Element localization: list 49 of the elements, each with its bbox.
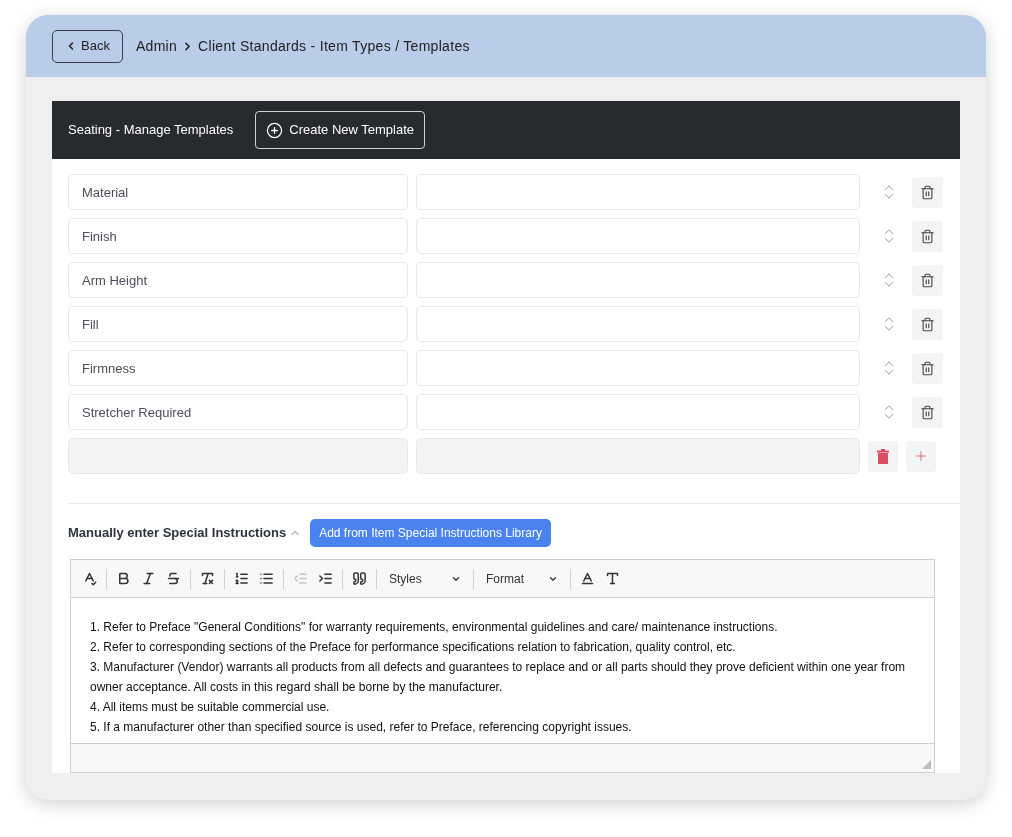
breadcrumb-item[interactable]: Admin [135,35,178,57]
delete-button[interactable] [912,396,943,428]
strikethrough-icon [166,571,181,586]
attribute-name-field[interactable]: Firmness [68,350,408,386]
plus-icon [914,449,928,463]
back-button[interactable]: Back [52,29,123,63]
instruction-text: 5. If a manufacturer other than specified source is used, refer to Preface, referencing copyright issues. [90,719,633,736]
instruction-text: 1. Refer to Preface "General Conditions" for warranty requirements, environmental guidelines and care/ maintenance instructions. [90,619,779,636]
bold-icon [116,571,131,586]
quote-icon [352,571,367,586]
attribute-name-field[interactable]: Arm Height [68,262,408,298]
numbered-list-icon [234,571,249,586]
trash-icon [877,448,889,464]
trash-icon [920,272,935,288]
section-title: Manually enter Special Instructions [68,524,287,543]
library-button[interactable]: Add from Item Special Instructions Library [310,519,551,547]
text-color-icon [580,571,595,586]
spellcheck-icon [82,571,97,586]
bullet-list-icon [259,571,274,586]
attribute-name-field[interactable]: Material [68,174,408,210]
trash-icon [920,404,935,420]
background-color-icon [605,571,620,586]
toolbar-dropdown[interactable]: Styles [381,564,469,593]
italic-icon [141,571,156,586]
instruction-text: 3. Manufacturer (Vendor) warrants all products from all defects and guarantees to replace and or all parts should they prove deficient within one year from owner acceptance. All costs in this regard shall be borne by the manufacturer. [90,659,907,696]
delete-button[interactable] [912,176,943,208]
outdent-icon [293,571,308,586]
instruction-text: 4. All items must be suitable commercial use. [90,699,331,716]
trash-icon [920,360,935,376]
plus-circle-icon [266,121,284,139]
attribute-name-field[interactable]: Finish [68,218,408,254]
trash-icon [920,228,935,244]
clear-format-icon [200,571,215,586]
breadcrumb-item: Client Standards - Item Types / Templates [198,36,470,56]
create-template-button[interactable]: Create New Template [255,111,425,149]
delete-button[interactable] [912,308,943,340]
toolbar-dropdown[interactable]: Format [478,564,566,593]
delete-button[interactable] [912,352,943,384]
attribute-name-field[interactable]: Fill [68,306,408,342]
delete-button[interactable] [912,220,943,252]
delete-button[interactable] [912,264,943,296]
instruction-text: 2. Refer to corresponding sections of the Preface for performance specifications relation to fabrication, quality control, etc. [90,639,737,656]
discard-button[interactable] [868,440,898,472]
resize-handle-icon[interactable] [922,760,931,769]
attribute-name-field[interactable]: Stretcher Required [68,394,408,430]
trash-icon [920,316,935,332]
panel-title: Seating - Manage Templates [68,121,234,140]
trash-icon [920,184,935,200]
indent-icon [318,571,333,586]
